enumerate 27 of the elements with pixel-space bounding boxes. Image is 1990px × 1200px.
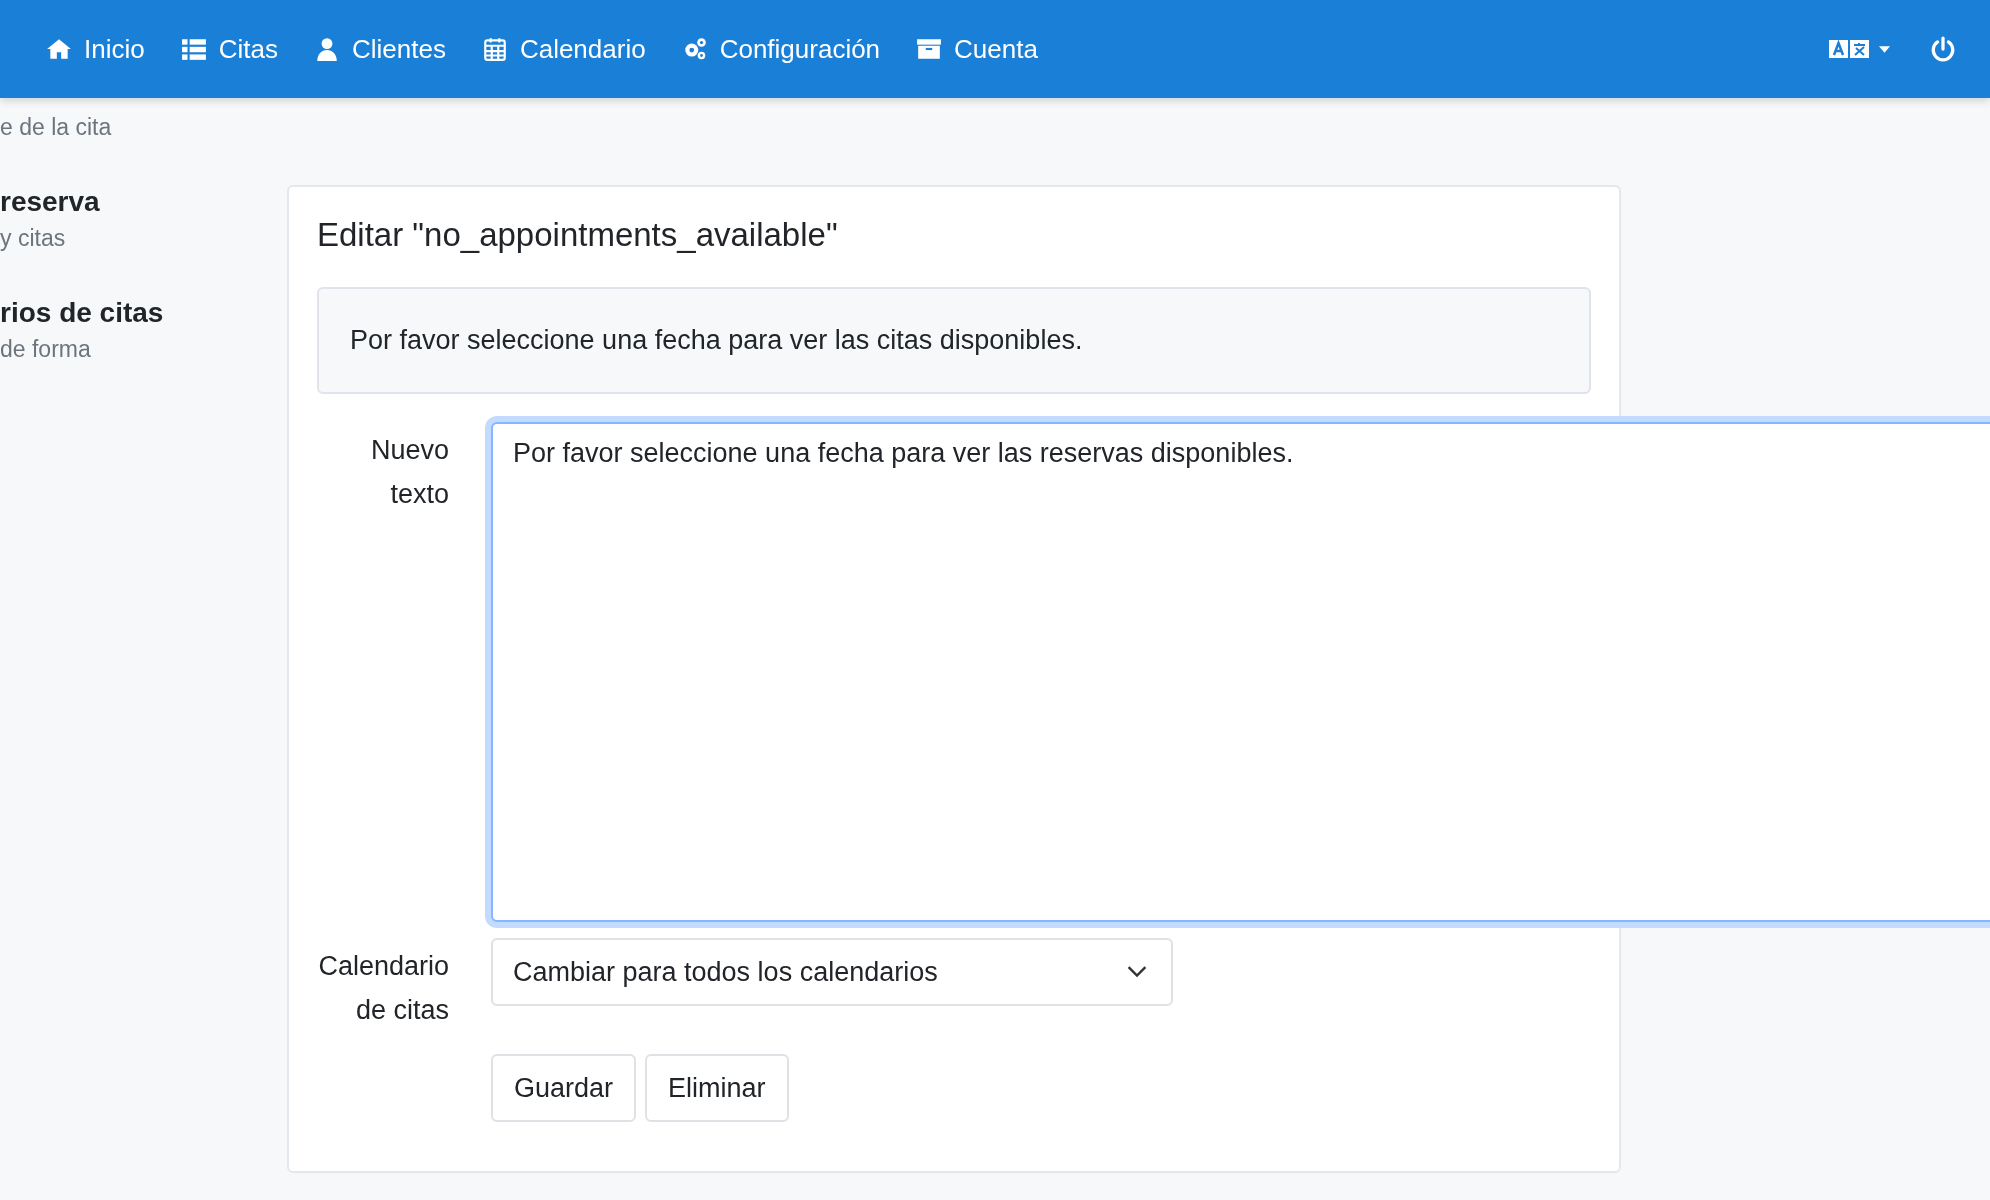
delete-button[interactable]: Eliminar [645, 1054, 789, 1122]
nav-link[interactable]: Citas [180, 33, 278, 65]
sidebar-item-title: rios de citas [0, 296, 165, 330]
power-icon[interactable] [1930, 36, 1956, 62]
nav-link[interactable]: Clientes [313, 33, 446, 65]
save-button[interactable]: Guardar [491, 1054, 637, 1122]
list-icon [180, 36, 207, 62]
original-text: Por favor seleccione una fecha para ver las citas disponibles. [350, 325, 1083, 355]
sidebar-item-subtitle: y citas [0, 225, 67, 252]
language-menu[interactable] [1829, 39, 1890, 59]
field-label: Nuevo texto [369, 434, 449, 511]
calendar-select[interactable]: Cambiar para todos los calendarios [491, 938, 1173, 1006]
translate-icon [1829, 39, 1869, 59]
calendar-icon [481, 36, 508, 62]
nav-link[interactable]: Configuración [681, 33, 881, 65]
field-label: Calendario de citas [317, 950, 449, 1027]
nav-link[interactable]: Inicio [46, 33, 145, 65]
text-area[interactable]: Por favor seleccione una fecha para ver las reservas disponibles. [491, 422, 1990, 922]
sidebar-item-title: reserva [0, 185, 101, 219]
sidebar-item-subtitle: e de la cita [0, 114, 113, 141]
caret-icon [1879, 45, 1890, 53]
sidebar-item-subtitle: de forma [0, 336, 92, 363]
nav-link[interactable]: Cuenta [916, 33, 1038, 65]
nav-link[interactable]: Calendario [481, 33, 646, 65]
chevron-icon [1127, 966, 1147, 978]
archive-icon [916, 36, 943, 62]
card-title: Editar "no_appointments_available" [317, 215, 839, 255]
